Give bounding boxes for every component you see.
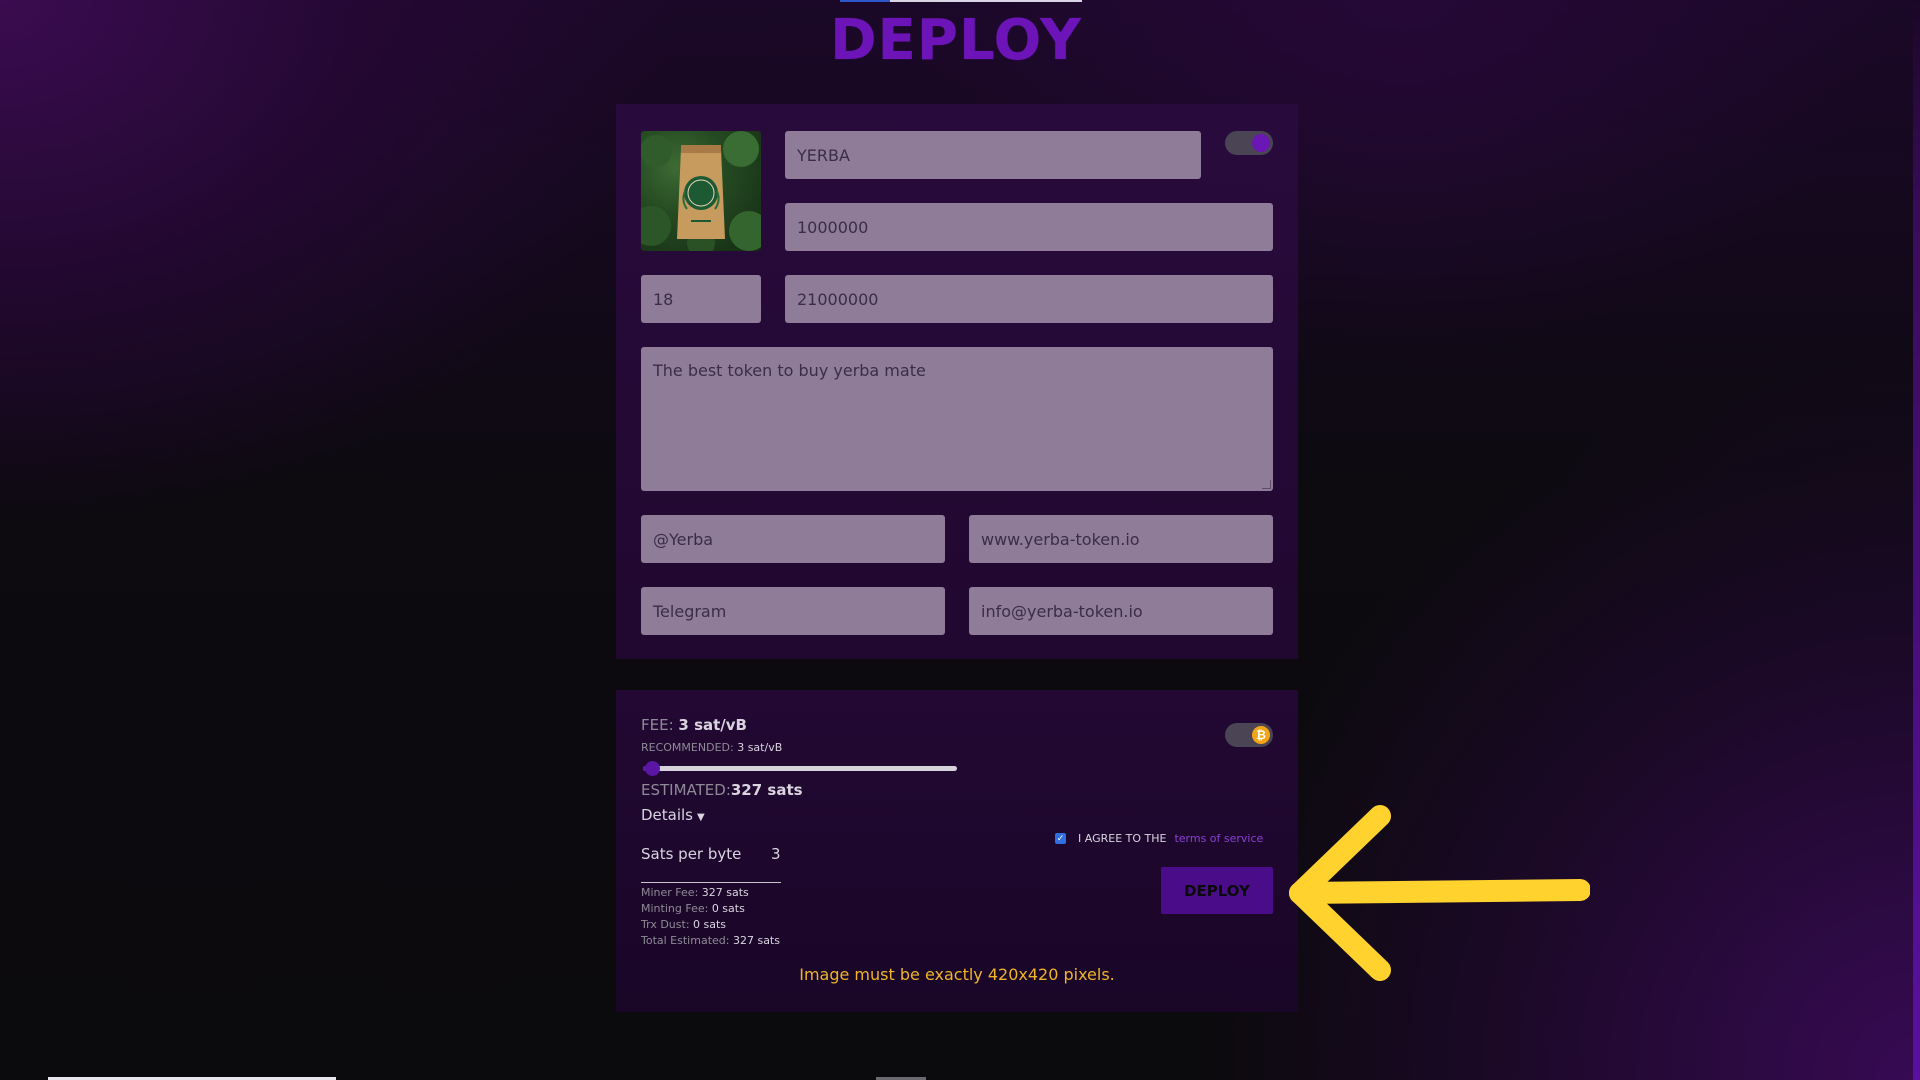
caret-down-icon: ▼ <box>697 812 705 823</box>
fee-row-label: Miner Fee: <box>641 886 699 899</box>
terms-agreement: ✓ I AGREE TO THE terms of service <box>1055 832 1263 845</box>
bitcoin-network-toggle[interactable]: ₿ <box>1225 723 1273 747</box>
description-text: The best token to buy yerba mate <box>653 361 926 380</box>
scrollbar[interactable] <box>1913 0 1920 1080</box>
fee-row: Trx Dust: 0 sats <box>641 917 780 933</box>
recommended-line: RECOMMENDED: 3 sat/vB <box>641 741 782 754</box>
terms-of-service-link[interactable]: terms of service <box>1174 832 1263 845</box>
yerba-bag-image-icon <box>641 131 761 251</box>
token-description-textarea[interactable]: The best token to buy yerba mate <box>641 347 1273 491</box>
fee-row: Minting Fee: 0 sats <box>641 901 780 917</box>
fee-row-value: 327 sats <box>732 934 780 947</box>
twitter-input[interactable]: @Yerba <box>641 515 945 563</box>
email-input[interactable]: info@yerba-token.io <box>969 587 1273 635</box>
image-toggle[interactable] <box>1225 131 1273 155</box>
fee-row-value: 0 sats <box>711 902 745 915</box>
token-name-input[interactable]: YERBA <box>785 131 1201 179</box>
website-input[interactable]: www.yerba-token.io <box>969 515 1273 563</box>
fee-value: 3 sat/vB <box>678 716 747 734</box>
details-toggle[interactable]: Details ▼ <box>641 806 705 824</box>
token-max-supply-input[interactable]: 21000000 <box>785 275 1273 323</box>
deploy-button[interactable]: DEPLOY <box>1161 867 1273 914</box>
estimated-value: 327 sats <box>730 781 803 799</box>
details-label: Details <box>641 806 694 824</box>
agree-text: I AGREE TO THE <box>1078 832 1167 845</box>
resize-handle-icon[interactable] <box>1262 480 1271 489</box>
fee-line: FEE: 3 sat/vB <box>641 716 747 734</box>
fee-label: FEE: <box>641 716 674 734</box>
sats-per-byte-label: Sats per byte <box>641 845 742 863</box>
fee-slider[interactable] <box>643 761 957 776</box>
estimated-line: ESTIMATED:327 sats <box>641 781 803 799</box>
page-title: DEPLOY <box>830 8 1082 73</box>
fee-row-value: 327 sats <box>701 886 749 899</box>
image-size-warning: Image must be exactly 420x420 pixels. <box>799 965 1115 984</box>
recommended-label: RECOMMENDED: <box>641 741 734 754</box>
bitcoin-icon: ₿ <box>1252 726 1270 744</box>
sats-per-byte-underline <box>641 882 781 883</box>
top-progress-indicator <box>840 0 1082 2</box>
annotation-arrow-icon <box>1289 805 1590 981</box>
sats-per-byte-input[interactable]: 3 <box>771 845 781 863</box>
fee-row-label: Minting Fee: <box>641 902 709 915</box>
fee-row-label: Total Estimated: <box>641 934 730 947</box>
token-decimals-input[interactable]: 18 <box>641 275 761 323</box>
telegram-input[interactable]: Telegram <box>641 587 945 635</box>
token-image-thumbnail[interactable] <box>641 131 761 251</box>
estimated-label: ESTIMATED: <box>641 781 731 799</box>
terms-checkbox[interactable]: ✓ <box>1055 833 1066 844</box>
toggle-knob <box>1252 134 1270 152</box>
fee-row-value: 0 sats <box>693 918 727 931</box>
fee-breakdown: Miner Fee: 327 sats Minting Fee: 0 sats … <box>641 885 780 949</box>
fee-row: Total Estimated: 327 sats <box>641 933 780 949</box>
token-amount-input[interactable]: 1000000 <box>785 203 1273 251</box>
recommended-value: 3 sat/vB <box>737 741 783 754</box>
fee-row-label: Trx Dust: <box>641 918 690 931</box>
fee-row: Miner Fee: 327 sats <box>641 885 780 901</box>
